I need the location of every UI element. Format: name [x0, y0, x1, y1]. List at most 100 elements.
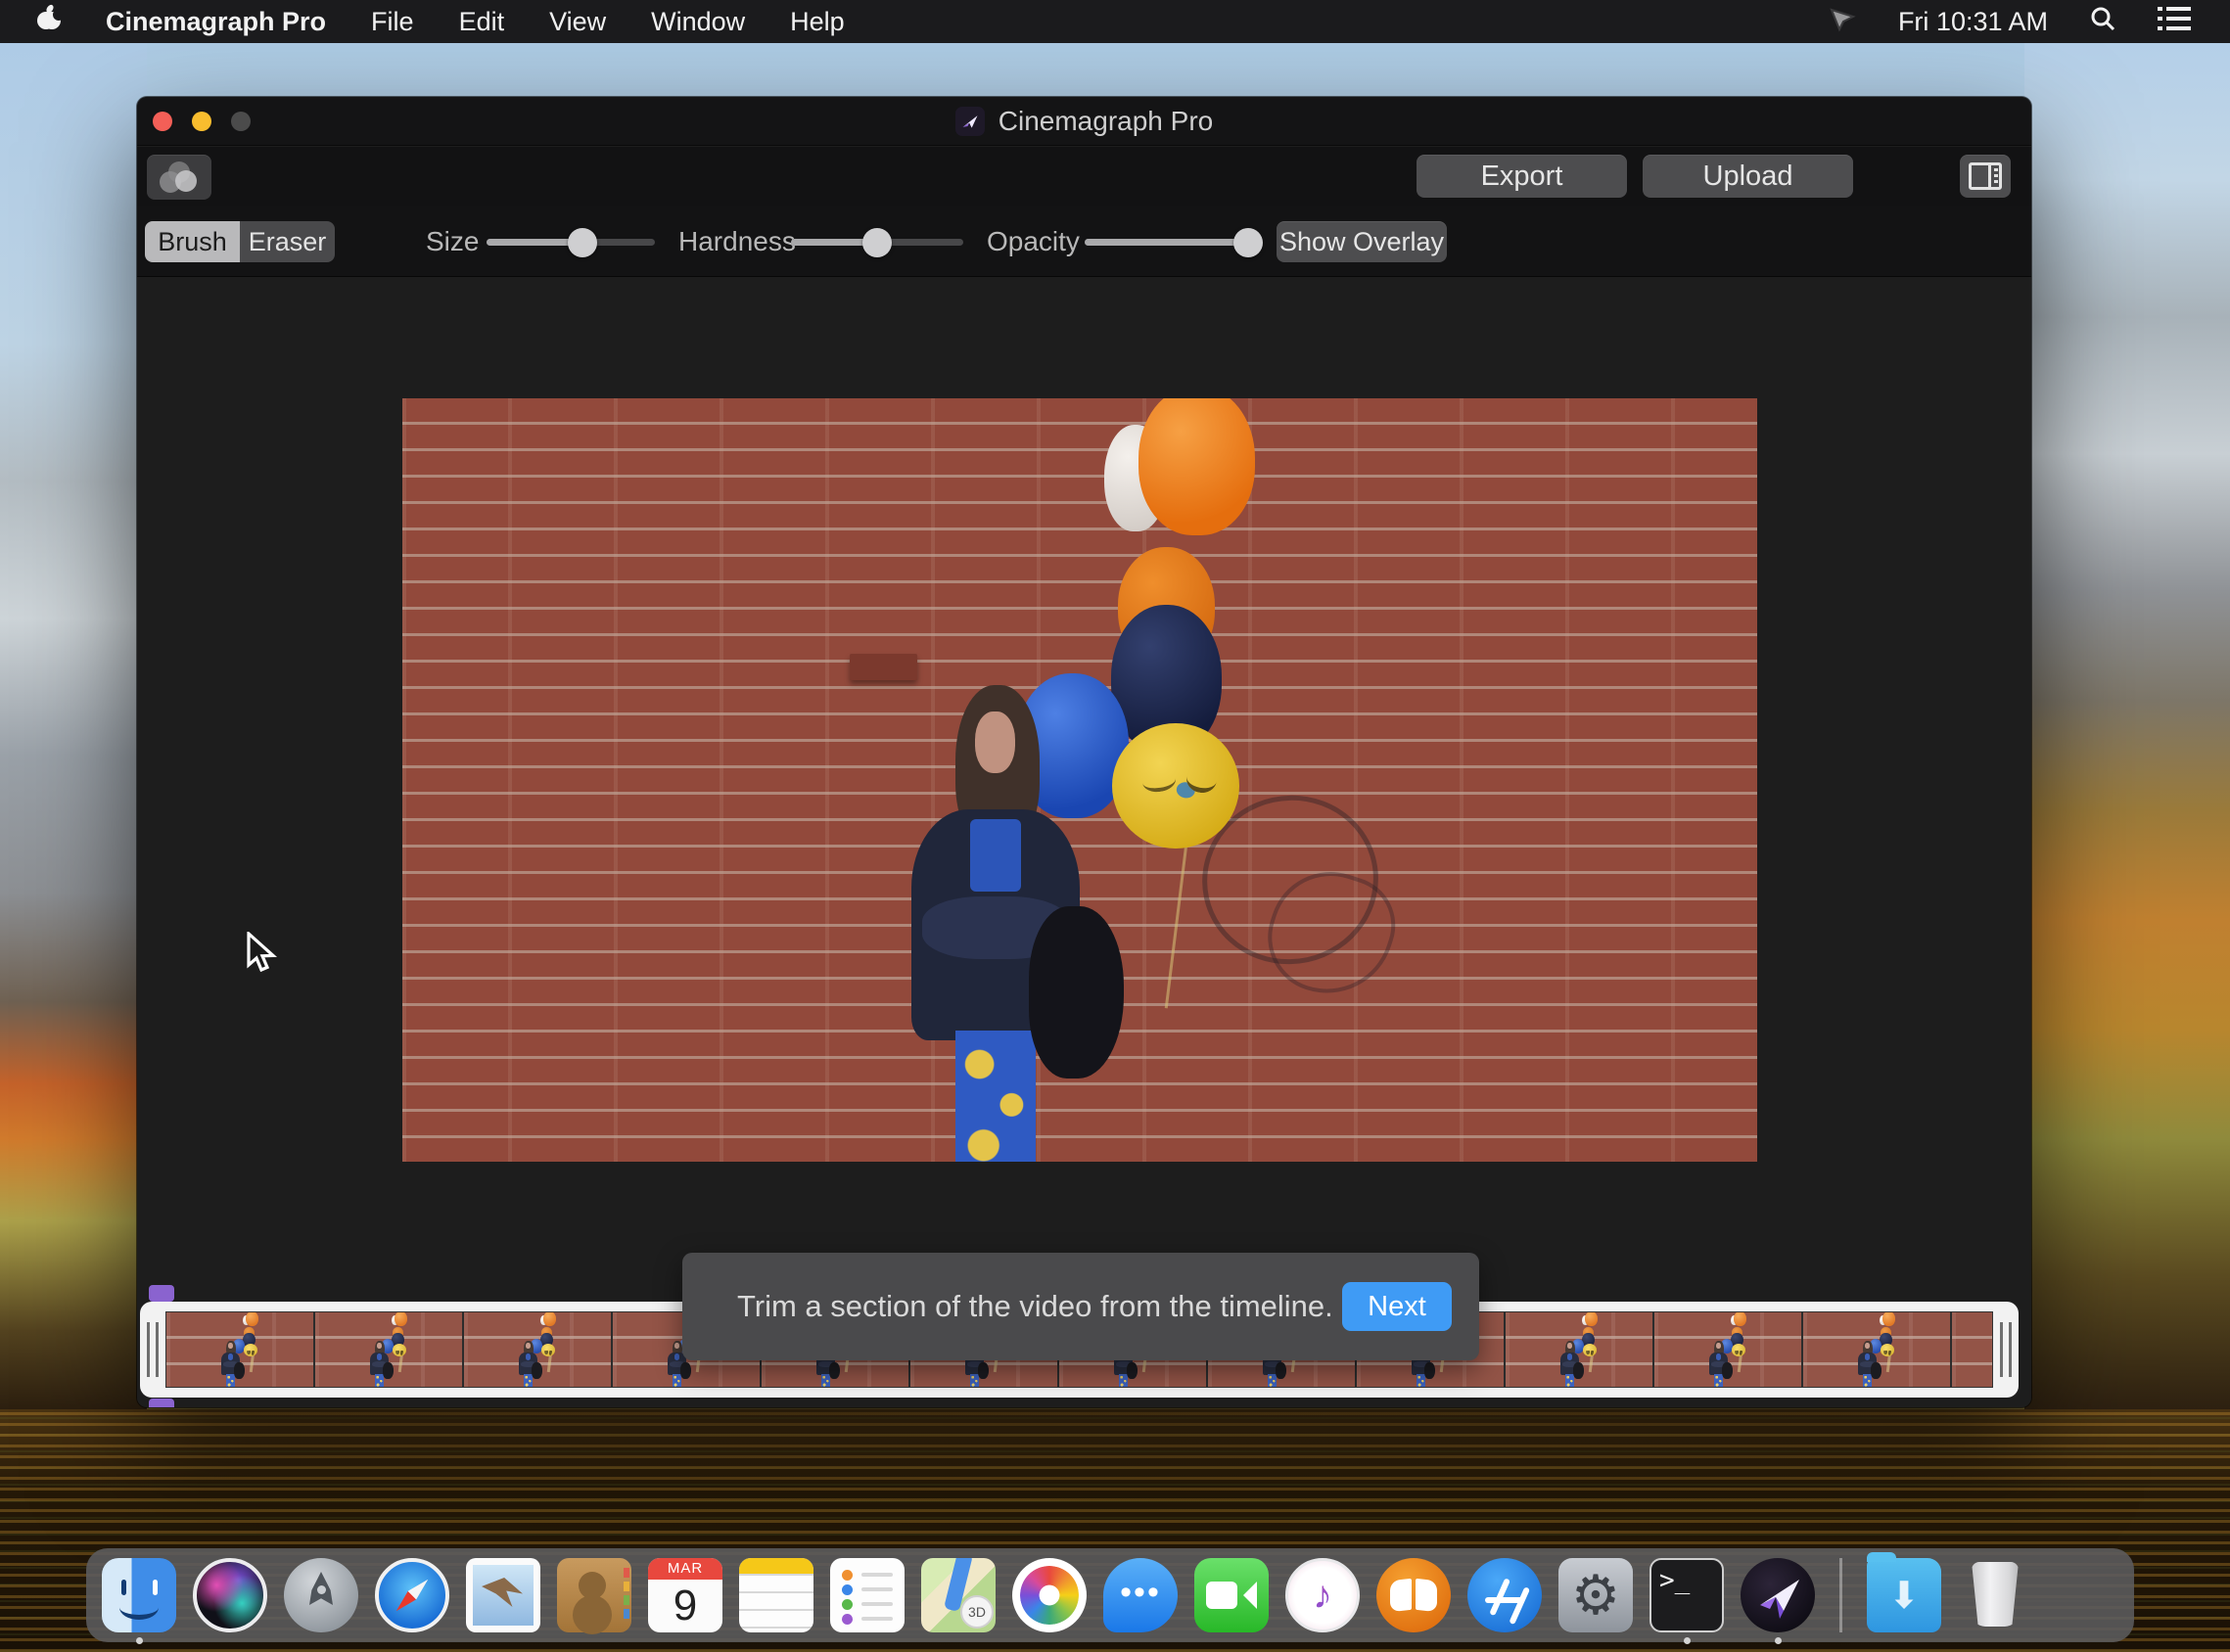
- balloon-orange-top: [1138, 398, 1255, 535]
- app-window: Cinemagraph Pro Export Upload Brush Eras…: [137, 97, 2031, 1407]
- zoom-button[interactable]: [231, 112, 251, 131]
- eraser-segment[interactable]: Eraser: [240, 221, 335, 262]
- main-toolbar: Export Upload: [137, 147, 2031, 206]
- video-frame-canvas[interactable]: [402, 398, 1757, 1162]
- dock-siri[interactable]: [193, 1558, 267, 1632]
- desktop: Cinemagraph Pro File Edit View Window He…: [0, 0, 2230, 1652]
- trim-grip-right[interactable]: [1993, 1319, 2019, 1380]
- dock-mail[interactable]: [466, 1558, 540, 1632]
- hardness-slider-thumb[interactable]: [862, 228, 892, 257]
- menu-view[interactable]: View: [549, 7, 606, 37]
- dock-maps[interactable]: 3D: [921, 1558, 996, 1632]
- mouse-cursor: [245, 932, 282, 980]
- dock-ibooks[interactable]: [1376, 1558, 1451, 1632]
- dock-cinemagraph-pro[interactable]: [1741, 1558, 1815, 1632]
- app-icon: [955, 107, 985, 136]
- timeline-frame[interactable]: [315, 1312, 464, 1387]
- blue-top: [970, 819, 1021, 892]
- dock-launchpad[interactable]: [284, 1558, 358, 1632]
- downloads-folder-icon: ⬇: [1867, 1558, 1941, 1632]
- maps-icon: 3D: [921, 1558, 996, 1632]
- running-indicator: [1684, 1637, 1691, 1644]
- reminders-icon: [830, 1558, 905, 1632]
- dock-downloads[interactable]: ⬇: [1867, 1558, 1941, 1632]
- timeline-frame[interactable]: [464, 1312, 613, 1387]
- menubar-clock[interactable]: Fri 10:31 AM: [1898, 7, 2048, 37]
- running-indicator: [136, 1637, 143, 1644]
- hardness-slider[interactable]: [791, 206, 963, 277]
- trim-grip-left[interactable]: [140, 1319, 165, 1380]
- spotlight-search-icon[interactable]: [2089, 5, 2116, 39]
- brush-tools-row: Brush Eraser Size Hardness Opacity Show …: [137, 206, 2031, 277]
- minimize-button[interactable]: [192, 112, 211, 131]
- dock: MAR 9 3D ♪ ⚙ >_: [86, 1548, 2134, 1642]
- itunes-note-icon: ♪: [1285, 1558, 1360, 1632]
- size-slider-thumb[interactable]: [568, 228, 597, 257]
- opacity-slider[interactable]: [1085, 206, 1255, 277]
- apple-menu[interactable]: [35, 4, 61, 40]
- trim-handle-bottom[interactable]: [149, 1399, 174, 1407]
- photos-flower-icon: [1012, 1558, 1087, 1632]
- calendar-icon: MAR 9: [648, 1558, 722, 1632]
- opacity-slider-thumb[interactable]: [1233, 228, 1263, 257]
- menu-edit[interactable]: Edit: [459, 7, 505, 37]
- brush-eraser-segmented-control: Brush Eraser: [145, 221, 335, 262]
- tooltip-text: Trim a section of the video from the tim…: [682, 1289, 1333, 1324]
- calendar-day: 9: [648, 1580, 722, 1632]
- maps-3d-badge: 3D: [960, 1595, 994, 1629]
- woman-with-balloons: [907, 685, 1091, 1163]
- balloon-emoji: [1112, 723, 1239, 849]
- launchpad-rocket-icon: [284, 1558, 358, 1632]
- menu-file[interactable]: File: [371, 7, 414, 37]
- hardness-label: Hardness: [678, 206, 796, 277]
- size-slider[interactable]: [487, 206, 655, 277]
- sidebar-toggle-button[interactable]: [1960, 155, 2011, 198]
- opacity-label: Opacity: [987, 206, 1080, 277]
- messages-bubble-icon: [1103, 1558, 1178, 1632]
- notification-center-icon[interactable]: [2158, 6, 2191, 38]
- duffel-bag: [1029, 906, 1124, 1079]
- dock-finder[interactable]: [102, 1558, 176, 1632]
- timeline-frame[interactable]: [1952, 1312, 1993, 1387]
- menu-help[interactable]: Help: [790, 7, 845, 37]
- next-button[interactable]: Next: [1342, 1282, 1452, 1331]
- dock-facetime[interactable]: [1194, 1558, 1269, 1632]
- calendar-month: MAR: [648, 1558, 722, 1580]
- trim-handle-top[interactable]: [149, 1285, 174, 1302]
- timeline-frame[interactable]: [166, 1312, 315, 1387]
- dock-system-preferences[interactable]: ⚙: [1558, 1558, 1633, 1632]
- menu-window[interactable]: Window: [651, 7, 745, 37]
- dock-reminders[interactable]: [830, 1558, 905, 1632]
- wall-ledge: [850, 654, 917, 680]
- size-label: Size: [426, 206, 479, 277]
- cinemagraph-hummingbird-icon: [1741, 1558, 1815, 1632]
- dock-trash[interactable]: [1958, 1558, 2032, 1632]
- export-button[interactable]: Export: [1417, 155, 1627, 198]
- close-button[interactable]: [153, 112, 172, 131]
- contacts-book-icon: [557, 1558, 631, 1632]
- dock-notes[interactable]: [739, 1558, 813, 1632]
- timeline-frame[interactable]: [1803, 1312, 1952, 1387]
- ibooks-icon: [1376, 1558, 1451, 1632]
- filters-button[interactable]: [147, 155, 211, 200]
- timeline-frame[interactable]: [1506, 1312, 1654, 1387]
- title-bar[interactable]: Cinemagraph Pro: [137, 97, 2031, 146]
- status-cursor-icon[interactable]: [1828, 4, 1857, 40]
- show-overlay-button[interactable]: Show Overlay: [1277, 221, 1447, 262]
- dock-contacts[interactable]: [557, 1558, 631, 1632]
- sidebar-icon: [1969, 162, 2002, 190]
- dock-itunes[interactable]: ♪: [1285, 1558, 1360, 1632]
- menubar-app-name[interactable]: Cinemagraph Pro: [106, 7, 326, 37]
- timeline-frame[interactable]: [1654, 1312, 1803, 1387]
- dock-photos[interactable]: [1012, 1558, 1087, 1632]
- dock-appstore[interactable]: [1467, 1558, 1542, 1632]
- brush-segment[interactable]: Brush: [145, 221, 240, 262]
- upload-button[interactable]: Upload: [1643, 155, 1853, 198]
- blend-circles-icon: [160, 161, 199, 193]
- video-scene: [402, 398, 1757, 1162]
- window-title: Cinemagraph Pro: [955, 106, 1213, 137]
- dock-safari[interactable]: [375, 1558, 449, 1632]
- dock-terminal[interactable]: >_: [1649, 1558, 1724, 1632]
- dock-calendar[interactable]: MAR 9: [648, 1558, 722, 1632]
- dock-messages[interactable]: [1103, 1558, 1178, 1632]
